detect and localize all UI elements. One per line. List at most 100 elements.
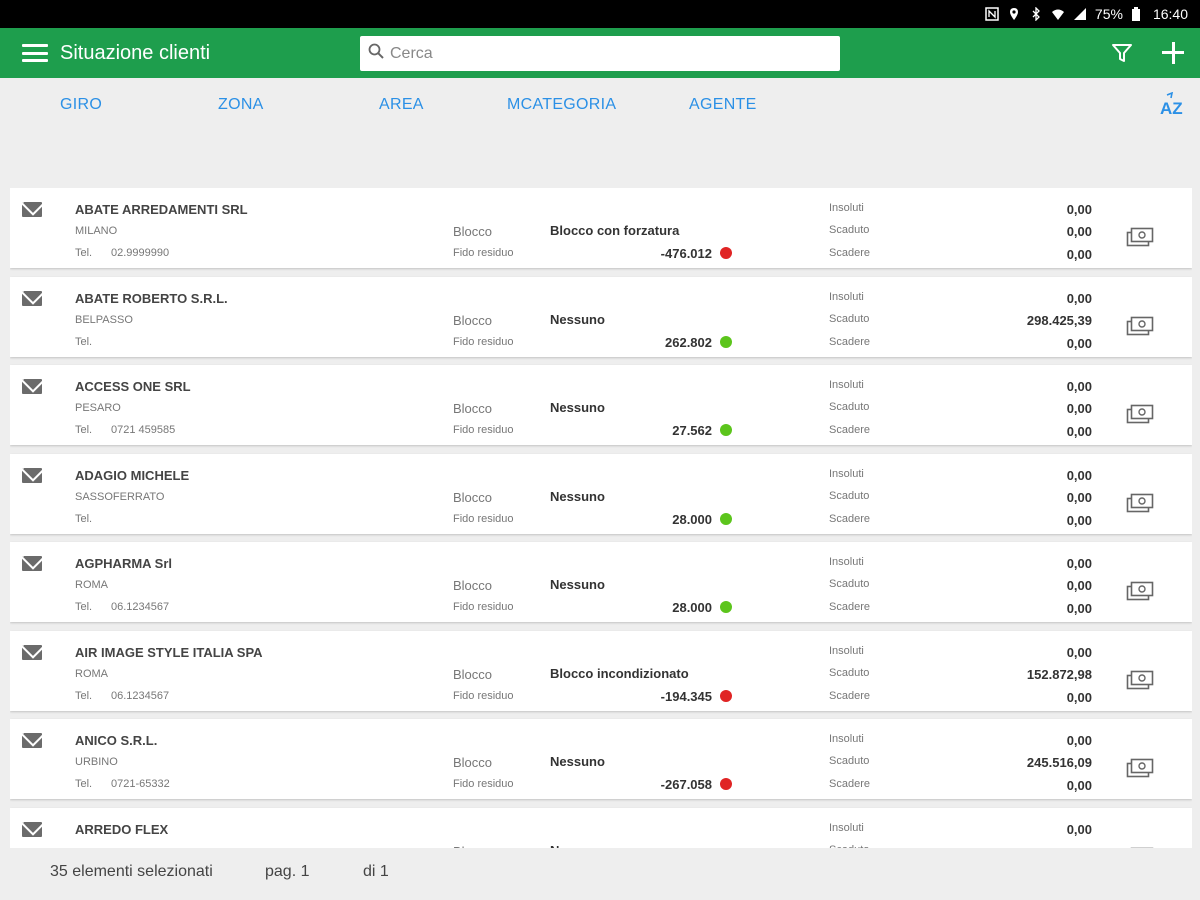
cash-icon[interactable] <box>1126 757 1154 779</box>
tel-label: Tel. <box>75 424 93 436</box>
cash-icon[interactable] <box>1126 403 1154 425</box>
client-row[interactable]: ADAGIO MICHELE SASSOFERRATO Tel. Blocco Fido… <box>10 454 1192 534</box>
blocco-label: Blocco <box>453 667 493 682</box>
footer: 35 elementi selezionati pag. 1 di 1 <box>0 848 1200 900</box>
fido-label: Fido residuo <box>453 690 514 702</box>
mail-icon[interactable] <box>22 733 42 748</box>
scadere-value: 0,00 <box>1066 778 1092 793</box>
cash-icon[interactable] <box>1126 226 1154 248</box>
insoluti-label: Insoluti <box>829 379 864 391</box>
cash-icon[interactable] <box>1126 315 1154 337</box>
client-row[interactable]: ARREDO FLEXTel.BloccoFido residuoNessuno… <box>10 808 1192 848</box>
page-total: di 1 <box>363 863 389 880</box>
sort-az-icon[interactable]: AZ <box>1158 91 1188 120</box>
client-row[interactable]: ACCESS ONE SRL PESARO Tel. 0721 459585 Blocc… <box>10 365 1192 445</box>
scaduto-value: 0,00 <box>1066 578 1092 593</box>
cash-icon[interactable] <box>1126 669 1154 691</box>
client-row[interactable]: ANICO S.R.L. URBINO Tel. 0721-65332 Blocco Fi… <box>10 719 1192 799</box>
fido-label: Fido residuo <box>453 424 514 436</box>
scadere-value: 0,00 <box>1066 247 1092 262</box>
filter-icon[interactable] <box>1110 41 1134 65</box>
client-tel[interactable]: 0721-65332 <box>111 778 170 790</box>
client-tel[interactable]: 06.1234567 <box>111 690 169 702</box>
search-box[interactable] <box>360 36 840 71</box>
client-name: ARREDO FLEX <box>75 822 169 837</box>
add-icon[interactable] <box>1158 38 1188 68</box>
scadere-value: 0,00 <box>1066 336 1092 351</box>
page-title: Situazione clienti <box>60 41 211 64</box>
insoluti-value: 0,00 <box>1066 733 1092 748</box>
blocco-value: Nessuno <box>550 312 605 327</box>
search-input[interactable] <box>390 44 830 63</box>
mail-icon[interactable] <box>22 379 42 394</box>
battery-icon <box>1131 7 1145 21</box>
tab-area[interactable]: AREA <box>379 96 424 114</box>
tel-label: Tel. <box>75 778 93 790</box>
client-name: ANICO S.R.L. <box>75 733 158 748</box>
status-dot <box>720 336 732 348</box>
scadere-label: Scadere <box>829 336 870 348</box>
scaduto-label: Scaduto <box>829 224 870 236</box>
scaduto-label: Scaduto <box>829 667 870 679</box>
fido-label: Fido residuo <box>453 778 514 790</box>
tel-label: Tel. <box>75 247 93 259</box>
client-tel[interactable]: 02.9999990 <box>111 247 169 259</box>
mail-icon[interactable] <box>22 645 42 660</box>
client-name: ABATE ROBERTO S.R.L. <box>75 291 228 306</box>
status-dot <box>720 690 732 702</box>
cash-icon[interactable] <box>1126 492 1154 514</box>
bluetooth-icon <box>1029 6 1043 22</box>
filter-tabs: GIRO ZONA AREA MCATEGORIA AGENTE <box>0 78 1200 134</box>
fido-label: Fido residuo <box>453 247 514 259</box>
tab-agente[interactable]: AGENTE <box>689 96 757 114</box>
scaduto-label: Scaduto <box>829 401 870 413</box>
client-tel[interactable]: 06.1234567 <box>111 601 169 613</box>
fido-label: Fido residuo <box>453 601 514 613</box>
mail-icon[interactable] <box>22 291 42 306</box>
scaduto-value: 245.516,09 <box>1026 755 1092 770</box>
client-row[interactable]: ABATE ARREDAMENTI SRL MILANO Tel. 02.999999… <box>10 188 1192 268</box>
tel-label: Tel. <box>75 336 93 348</box>
selection-count: 35 elementi selezionati <box>50 863 213 880</box>
client-tel[interactable]: 0721 459585 <box>111 424 175 436</box>
insoluti-label: Insoluti <box>829 645 864 657</box>
scaduto-value: 0,00 <box>1066 490 1092 505</box>
mail-icon[interactable] <box>22 468 42 483</box>
client-name: ACCESS ONE SRL <box>75 379 191 394</box>
cash-icon[interactable] <box>1126 580 1154 602</box>
insoluti-value: 0,00 <box>1066 645 1092 660</box>
blocco-label: Blocco <box>453 578 493 593</box>
scaduto-value: 152.872,98 <box>1026 667 1092 682</box>
tel-label: Tel. <box>75 690 93 702</box>
mail-icon[interactable] <box>22 202 42 217</box>
tel-label: Tel. <box>75 601 93 613</box>
nfc-icon <box>985 7 999 21</box>
client-row[interactable]: AIR IMAGE STYLE ITALIA SPA ROMA Tel. 06.123… <box>10 631 1192 711</box>
scadere-value: 0,00 <box>1066 424 1092 439</box>
scaduto-value: 0,00 <box>1066 224 1092 239</box>
insoluti-label: Insoluti <box>829 291 864 303</box>
mail-icon[interactable] <box>22 822 42 837</box>
scaduto-label: Scaduto <box>829 755 870 767</box>
menu-icon[interactable] <box>22 44 48 62</box>
location-icon <box>1007 7 1021 21</box>
fido-value: 262.802 <box>665 335 712 350</box>
tab-mcategoria[interactable]: MCATEGORIA <box>507 96 616 114</box>
fido-value: -267.058 <box>660 777 712 792</box>
page-indicator: pag. 1 <box>265 863 310 880</box>
status-bar: 75% 16:40 <box>0 0 1200 28</box>
tab-zona[interactable]: ZONA <box>218 96 264 114</box>
status-dot <box>720 601 732 613</box>
blocco-label: Blocco <box>453 224 493 239</box>
fido-value: -476.012 <box>660 246 712 261</box>
blocco-value: Nessuno <box>550 400 605 415</box>
client-row[interactable]: ABATE ROBERTO S.R.L. BELPASSO Tel. Blocco Fi… <box>10 277 1192 357</box>
client-list: ABATE ARREDAMENTI SRL MILANO Tel. 02.999999… <box>10 188 1192 848</box>
mail-icon[interactable] <box>22 556 42 571</box>
tab-giro[interactable]: GIRO <box>60 96 102 114</box>
client-name: ADAGIO MICHELE <box>75 468 190 483</box>
client-row[interactable]: AGPHARMA Srl ROMA Tel. 06.1234567 Blocco Fido… <box>10 542 1192 622</box>
scaduto-label: Scaduto <box>829 578 870 590</box>
insoluti-value: 0,00 <box>1066 291 1092 306</box>
client-city: URBINO <box>75 756 118 768</box>
